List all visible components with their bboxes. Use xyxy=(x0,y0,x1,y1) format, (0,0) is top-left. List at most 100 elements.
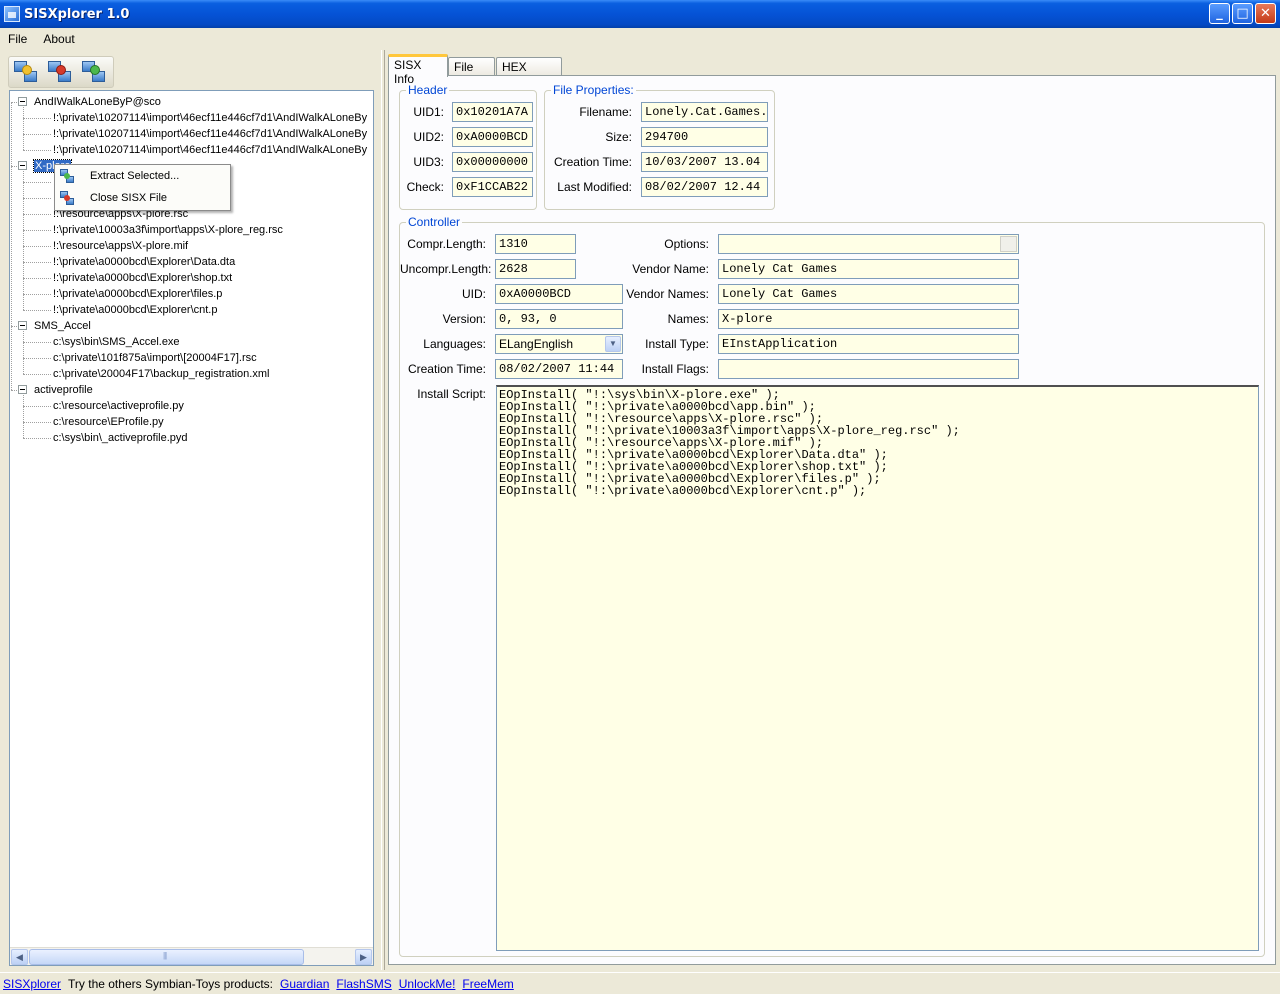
tree-file-item[interactable]: !:\private\a0000bcd\Explorer\Data.dta xyxy=(53,254,235,270)
splitter[interactable] xyxy=(381,50,385,970)
sisx-info-page: Header UID1: 0x10201A7A UID2: 0xA0000BCD… xyxy=(388,75,1276,965)
horizontal-scrollbar[interactable]: ◀ ▶ xyxy=(10,947,373,965)
uid2-field[interactable]: 0xA0000BCD xyxy=(452,127,533,147)
last-modified-label: Last Modified: xyxy=(557,180,632,194)
options-label: Options: xyxy=(664,237,709,251)
tree-file-item[interactable]: !:\private\a0000bcd\Explorer\shop.txt xyxy=(53,270,232,286)
tree-item-label: c:\private\20004F17\backup_registration.… xyxy=(53,368,270,380)
open-sisx-button[interactable] xyxy=(12,58,42,86)
tab-file-info[interactable]: File Info xyxy=(448,57,495,88)
languages-label: Languages: xyxy=(423,337,486,351)
uid-label: UID: xyxy=(462,287,486,301)
collapse-icon[interactable] xyxy=(18,161,27,170)
tree-file-item[interactable]: !:\private\a0000bcd\Explorer\files.p xyxy=(53,286,222,302)
tree-file-item[interactable]: c:\resource\activeprofile.py xyxy=(53,398,184,414)
vendor-name-label: Vendor Name: xyxy=(632,262,709,276)
last-modified-field[interactable]: 08/02/2007 12.44 xyxy=(641,177,768,197)
sisxplorer-link[interactable]: SISXplorer xyxy=(3,977,61,991)
menu-about[interactable]: About xyxy=(35,32,82,46)
options-spinner-icon[interactable] xyxy=(1000,236,1017,252)
scroll-thumb[interactable] xyxy=(29,949,304,965)
filename-label: Filename: xyxy=(579,105,632,119)
tree-item-label: c:\sys\bin\_activeprofile.pyd xyxy=(53,432,188,444)
flashsms-link[interactable]: FlashSMS xyxy=(336,977,391,991)
collapse-icon[interactable] xyxy=(18,97,27,106)
tree-file-item[interactable]: c:\private\101f875a\import\[20004F17].rs… xyxy=(53,350,257,366)
uncompr-length-label: Uncompr.Length: xyxy=(400,262,492,276)
menu-file[interactable]: File xyxy=(0,32,35,46)
tree-item-label: c:\private\101f875a\import\[20004F17].rs… xyxy=(53,352,257,364)
tree-root-item[interactable]: AndIWalkALoneByP@sco xyxy=(18,94,161,110)
tree-file-item[interactable]: !:\private\a0000bcd\Explorer\cnt.p xyxy=(53,302,217,318)
uid3-field[interactable]: 0x00000000 xyxy=(452,152,533,172)
uid-field[interactable]: 0xA0000BCD xyxy=(495,284,623,304)
filename-field[interactable]: Lonely.Cat.Games. xyxy=(641,102,768,122)
tree-file-item[interactable]: !:\resource\apps\X-plore.mif xyxy=(53,238,188,254)
names-field[interactable]: X-plore xyxy=(718,309,1019,329)
size-field[interactable]: 294700 xyxy=(641,127,768,147)
status-bar: SISXplorer Try the others Symbian-Toys p… xyxy=(0,972,1280,994)
tab-hex-viewer[interactable]: HEX Viewer xyxy=(496,57,562,88)
tree-file-item[interactable]: !:\private\10207114\import\46ecf11e446cf… xyxy=(53,110,367,126)
tree-item-label: !:\private\a0000bcd\Explorer\cnt.p xyxy=(53,304,218,316)
tree-item-label: !:\private\10207114\import\46ecf11e446cf… xyxy=(53,112,368,124)
close-window-button[interactable]: ✕ xyxy=(1255,3,1276,24)
uncompr-length-field[interactable]: 2628 xyxy=(495,259,576,279)
version-field[interactable]: 0, 93, 0 xyxy=(495,309,623,329)
tree-item-label: !:\private\a0000bcd\Explorer\shop.txt xyxy=(53,272,233,284)
collapse-icon[interactable] xyxy=(18,321,27,330)
install-script-textarea[interactable]: EOpInstall( "!:\sys\bin\X-plore.exe" ); … xyxy=(496,385,1259,951)
context-close-sisx[interactable]: Close SISX File xyxy=(57,188,228,208)
compr-length-field[interactable]: 1310 xyxy=(495,234,576,254)
chevron-down-icon[interactable]: ▼ xyxy=(605,336,621,352)
tree-root-item[interactable]: activeprofile xyxy=(18,382,93,398)
maximize-icon: □ xyxy=(1236,6,1249,21)
size-label: Size: xyxy=(605,130,632,144)
options-field[interactable] xyxy=(718,234,1019,254)
unlockme-link[interactable]: UnlockMe! xyxy=(399,977,456,991)
window-title: SISXplorer 1.0 xyxy=(24,6,130,22)
minimize-button[interactable]: _ xyxy=(1209,3,1230,24)
scroll-left-icon[interactable]: ◀ xyxy=(11,949,28,965)
install-type-field[interactable]: EInstApplication xyxy=(718,334,1019,354)
tree-item-label: !:\private\a0000bcd\Explorer\files.p xyxy=(53,288,223,300)
vendor-names-field[interactable]: Lonely Cat Games xyxy=(718,284,1019,304)
extract-button[interactable] xyxy=(80,58,110,86)
check-label: Check: xyxy=(406,180,444,194)
uid1-field[interactable]: 0x10201A7A xyxy=(452,102,533,122)
freemem-link[interactable]: FreeMem xyxy=(462,977,513,991)
tree-item-label: c:\resource\activeprofile.py xyxy=(53,400,184,412)
tab-sisx-info[interactable]: SISX Info xyxy=(388,54,448,86)
collapse-icon[interactable] xyxy=(18,385,27,394)
maximize-button[interactable]: □ xyxy=(1232,3,1253,24)
check-field[interactable]: 0xF1CCAB22 xyxy=(452,177,533,197)
context-close-label: Close SISX File xyxy=(90,192,168,204)
install-flags-field[interactable] xyxy=(718,359,1019,379)
file-tree[interactable]: AndIWalkALoneByP@sco !:\private\10207114\… xyxy=(9,90,374,966)
vendor-name-field[interactable]: Lonely Cat Games xyxy=(718,259,1019,279)
uid3-label: UID3: xyxy=(413,155,444,169)
tree-root-item[interactable]: SMS_Accel xyxy=(18,318,91,334)
languages-select[interactable]: ELangEnglish ▼ xyxy=(495,334,623,354)
tree-file-item[interactable]: !:\private\10207114\import\46ecf11e446cf… xyxy=(53,126,367,142)
creation-time-field[interactable]: 08/02/2007 11:44 xyxy=(495,359,623,379)
menu-bar: File About xyxy=(0,28,1280,50)
guardian-link[interactable]: Guardian xyxy=(280,977,329,991)
file-creation-time-field[interactable]: 10/03/2007 13.04 xyxy=(641,152,768,172)
tree-file-item[interactable]: c:\sys\bin\SMS_Accel.exe xyxy=(53,334,180,350)
tree-item-label: SMS_Accel xyxy=(34,320,91,332)
install-flags-label: Install Flags: xyxy=(641,362,709,376)
tree-file-item[interactable]: !:\private\10003a3f\import\apps\X-plore_… xyxy=(53,222,283,238)
tree-item-label: !:\private\10207114\import\46ecf11e446cf… xyxy=(53,144,368,156)
creation-time-label: Creation Time: xyxy=(407,362,486,376)
close-sisx-button[interactable] xyxy=(46,58,76,86)
tree-file-item[interactable]: c:\private\20004F17\backup_registration.… xyxy=(53,366,269,382)
uid1-label: UID1: xyxy=(413,105,444,119)
scroll-right-icon[interactable]: ▶ xyxy=(355,949,372,965)
tree-item-label: c:\resource\EProfile.py xyxy=(53,416,164,428)
context-extract-label: Extract Selected... xyxy=(90,170,180,182)
tree-file-item[interactable]: c:\resource\EProfile.py xyxy=(53,414,164,430)
tree-file-item[interactable]: !:\private\10207114\import\46ecf11e446cf… xyxy=(53,142,367,158)
context-extract-selected[interactable]: Extract Selected... xyxy=(57,166,228,186)
tree-file-item[interactable]: c:\sys\bin\_activeprofile.pyd xyxy=(53,430,188,446)
